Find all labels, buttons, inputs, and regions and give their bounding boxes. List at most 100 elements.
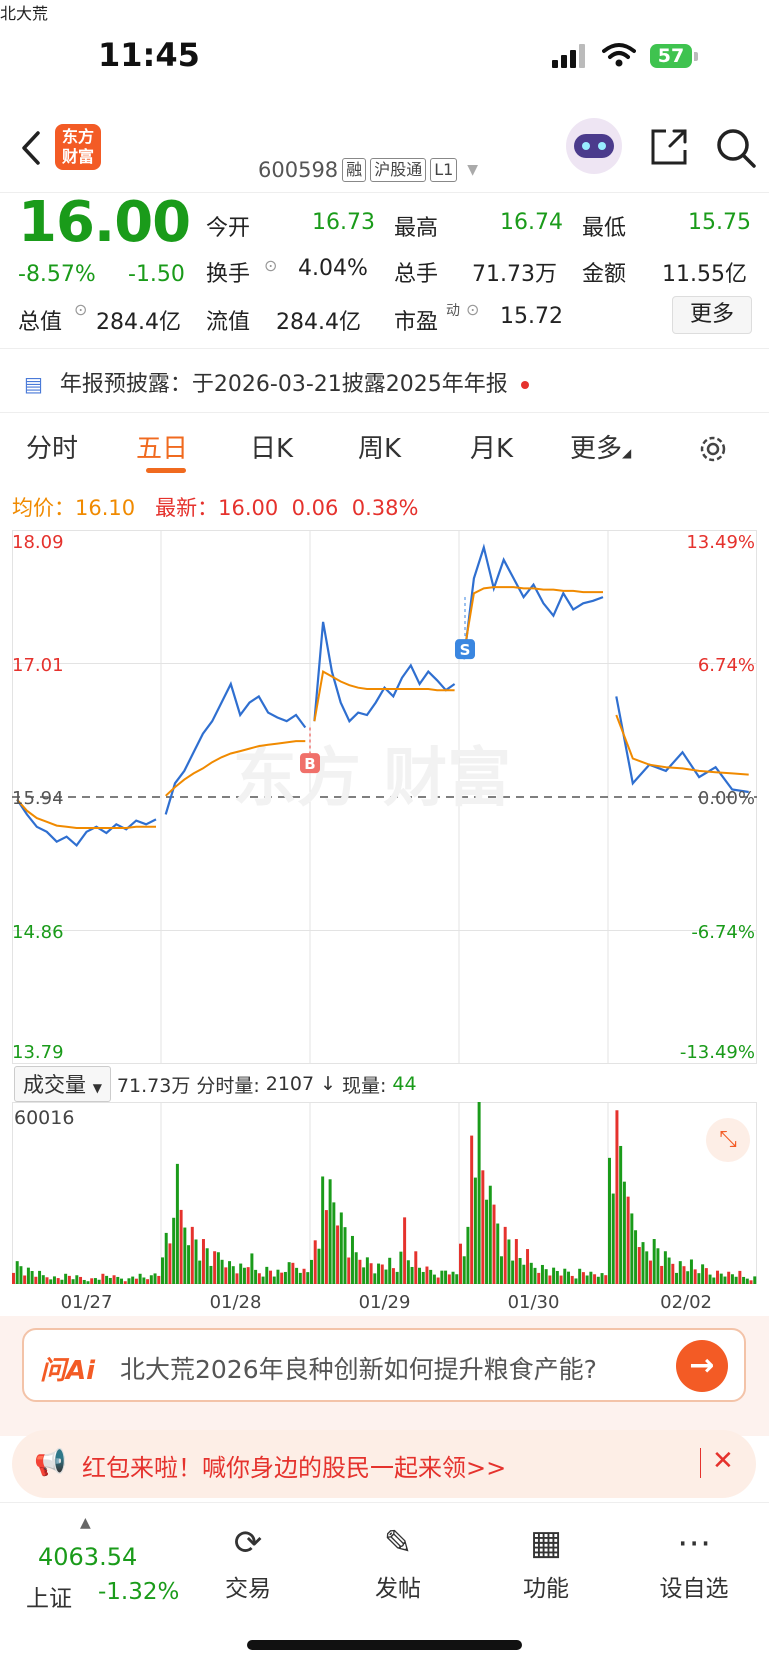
x-axis: 01/27 01/28 01/29 01/30 02/02 <box>61 1292 712 1313</box>
volume-bar <box>269 1270 273 1284</box>
volume-bar <box>201 1239 205 1284</box>
volume-bar <box>310 1259 313 1284</box>
volume-bar <box>753 1276 757 1284</box>
volume-bar <box>332 1202 336 1284</box>
nav-post-label: 发帖 <box>375 1576 421 1602</box>
tab-more-label: 更多 <box>570 434 623 464</box>
watermark: 东方 财富 <box>233 742 511 816</box>
volume-bar <box>120 1278 124 1284</box>
report-notice[interactable]: ▤ 年报预披露：于2026-03-21披露2025年年报 <box>24 366 529 398</box>
expand-icon[interactable]: ⤡ <box>706 1118 750 1162</box>
volume-bar <box>544 1269 548 1284</box>
volume-bar <box>738 1270 742 1284</box>
pct-tick-label: 0.00% <box>698 788 755 809</box>
volume-bar <box>380 1264 384 1284</box>
stock-name: 北大荒 <box>0 4 49 23</box>
volume-bar <box>689 1259 693 1284</box>
price-tick-label: 13.79 <box>12 1042 64 1063</box>
volume-bar <box>75 1275 79 1284</box>
index-change[interactable]: -1.32% <box>98 1579 179 1605</box>
volume-bar <box>373 1273 377 1284</box>
settings-gear-icon[interactable] <box>696 432 730 466</box>
volume-bar <box>462 1256 466 1284</box>
x-tick-label: 01/28 <box>210 1292 262 1313</box>
nav-add-watchlist[interactable]: ⋯ 设自选 <box>644 1523 744 1603</box>
dropdown-icon: ▼ <box>92 1081 102 1095</box>
price-chart[interactable]: 东方 财富 B S 18.09 13.49% 17.01 6.74% 15.94 0.00%… <box>12 530 757 1064</box>
volume-bar <box>410 1266 414 1284</box>
turnover-value: 4.04% <box>298 256 368 281</box>
volume-bar <box>105 1275 109 1284</box>
avg-price-line <box>615 714 749 776</box>
volume-bar <box>209 1265 213 1284</box>
volume-bar <box>339 1212 343 1284</box>
arrow-right-icon[interactable]: → <box>676 1340 728 1392</box>
tab-weekly-k[interactable]: 周K <box>358 428 401 465</box>
volume-bar <box>15 1261 19 1284</box>
nav-functions[interactable]: ▦ 功能 <box>496 1523 596 1603</box>
change-pct: -8.57% <box>18 262 96 287</box>
active-tab-indicator <box>146 468 186 473</box>
tab-monthly-k[interactable]: 月K <box>470 428 513 465</box>
volume-bar <box>611 1193 615 1284</box>
back-icon[interactable] <box>20 130 42 166</box>
volume-bar <box>459 1243 462 1284</box>
stock-meta[interactable]: 600598 融 沪股通 L1 ▼ <box>258 158 478 182</box>
volume-bar <box>149 1275 153 1284</box>
volume-selector[interactable]: 成交量 ▼ <box>14 1066 111 1102</box>
volume-bar <box>324 1210 328 1284</box>
tab-five-day[interactable]: 五日 <box>136 428 188 465</box>
info-icon[interactable]: ⊙ <box>74 300 87 319</box>
tag-level: L1 <box>430 158 458 182</box>
volume-bar <box>496 1223 500 1284</box>
volume-bar <box>358 1259 362 1284</box>
volume-bar <box>283 1271 287 1284</box>
share-icon[interactable] <box>648 126 690 168</box>
volume-chart[interactable]: 60016 <box>12 1102 757 1284</box>
x-tick-label: 02/02 <box>660 1292 712 1313</box>
unread-dot-icon <box>520 381 529 389</box>
volume-bar <box>470 1135 474 1284</box>
volume-bar <box>604 1275 608 1284</box>
nav-trade[interactable]: ⟳ 交易 <box>198 1523 298 1603</box>
volume-bar <box>678 1261 682 1284</box>
volume-bar <box>488 1185 492 1284</box>
search-icon[interactable] <box>714 126 758 170</box>
volume-bar <box>641 1242 645 1284</box>
volume-bar <box>701 1264 705 1284</box>
volume-bar <box>704 1268 708 1284</box>
volume-total: 71.73万 <box>116 1074 191 1097</box>
tab-daily-k[interactable]: 日K <box>250 428 293 465</box>
price-line <box>313 621 456 724</box>
volume-bar <box>12 1272 15 1284</box>
status-bar: 11:45 57 <box>0 0 769 100</box>
ask-ai-box[interactable]: 问Ai 北大荒2026年良种创新如何提升粮食产能? → <box>22 1328 746 1402</box>
grid-icon: ▦ <box>529 1523 563 1563</box>
robot-avatar-icon[interactable] <box>566 118 622 174</box>
turnover-label: 换手 <box>206 262 251 287</box>
volume-bar <box>321 1176 325 1284</box>
volume-selector-label: 成交量 <box>23 1073 86 1097</box>
tab-more[interactable]: 更多◢ <box>570 428 631 465</box>
tab-intraday[interactable]: 分时 <box>26 428 78 465</box>
volume-bar <box>749 1280 753 1284</box>
volume-bar <box>146 1279 150 1284</box>
volume-bar <box>600 1273 604 1284</box>
close-icon[interactable]: ✕ <box>712 1446 734 1476</box>
ask-ai-question: 北大荒2026年良种创新如何提升粮食产能? <box>120 1355 597 1384</box>
nav-post[interactable]: ✎ 发帖 <box>348 1523 448 1603</box>
volume-bar <box>30 1271 34 1284</box>
index-value[interactable]: 4063.54 <box>38 1543 137 1571</box>
trade-icon: ⟳ <box>233 1523 263 1563</box>
index-name[interactable]: 上证 <box>26 1579 72 1613</box>
promo-banner[interactable]: 📢 红包来啦！喊你身边的股民一起来领>> ✕ <box>12 1430 756 1498</box>
info-icon[interactable]: ⊙ <box>264 256 277 275</box>
volume-bar <box>157 1275 161 1284</box>
info-icon[interactable]: ⊙ <box>466 300 479 319</box>
more-button[interactable]: 更多 <box>672 296 752 334</box>
volume-bar <box>429 1269 433 1284</box>
volume-bar <box>537 1272 541 1284</box>
volume-bar <box>127 1278 131 1284</box>
volume-bar <box>421 1271 425 1284</box>
volume-bar <box>552 1267 556 1284</box>
